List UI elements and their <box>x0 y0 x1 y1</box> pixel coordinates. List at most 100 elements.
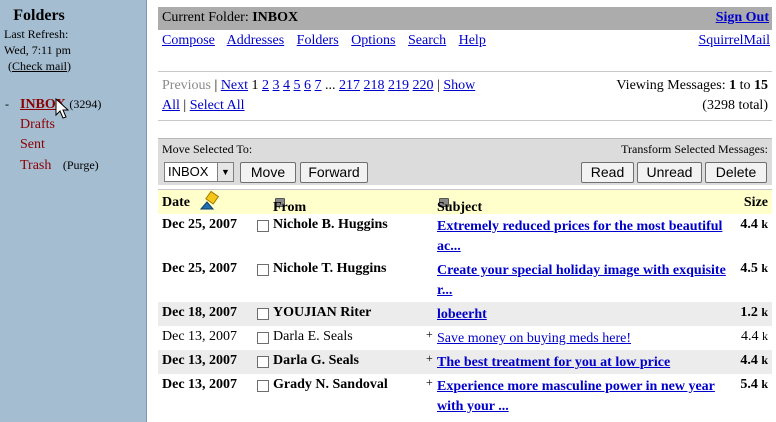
folder-item-trash[interactable]: Trash (Purge) <box>0 155 146 176</box>
move-button[interactable]: Move <box>240 162 296 183</box>
page-link[interactable]: 3 <box>273 78 280 93</box>
last-refresh-time: Wed, 7:11 pm <box>4 43 71 57</box>
from-header[interactable]: From <box>273 195 306 215</box>
sign-out-link[interactable]: Sign Out <box>716 10 769 26</box>
select-all-link[interactable]: Select All <box>190 98 245 113</box>
page-link[interactable]: 217 <box>339 78 360 93</box>
row-size-value: 1.2 <box>740 305 758 320</box>
subject-header[interactable]: Subject <box>437 195 482 215</box>
page-link[interactable]: 4 <box>283 78 290 93</box>
show-all-link[interactable]: Show <box>443 78 475 93</box>
page-link[interactable]: 5 <box>294 78 301 93</box>
pager-sep: | <box>214 78 218 93</box>
purge-link[interactable]: (Purge) <box>63 158 99 172</box>
pager-sep: | <box>437 78 440 93</box>
row-date: Dec 13, 2007 <box>162 353 238 368</box>
row-checkbox[interactable] <box>257 356 269 368</box>
page-link[interactable]: 7 <box>315 78 322 93</box>
table-header: Date From Subject Size <box>158 189 772 215</box>
table-row[interactable]: Dec 18, 2007 YOUJIAN Riter lobeerht 1.2 k <box>158 302 772 326</box>
sort-ascending-icon[interactable] <box>198 190 220 212</box>
row-date: Dec 18, 2007 <box>162 305 238 320</box>
row-date: Dec 13, 2007 <box>162 377 238 392</box>
menu-compose[interactable]: Compose <box>162 33 215 48</box>
row-checkbox[interactable] <box>257 264 269 276</box>
view-to-label: to <box>739 78 751 93</box>
viewing-info: Viewing Messages: 1 to 15 (3298 total) <box>616 76 768 116</box>
table-row[interactable]: Dec 13, 2007 Darla G. Seals + The best trea… <box>158 350 772 374</box>
menu-options[interactable]: Options <box>351 33 395 48</box>
page-link[interactable]: 6 <box>304 78 311 93</box>
last-refresh-label: Last Refresh: <box>4 27 69 41</box>
row-size-unit: k <box>761 353 768 367</box>
row-size-value: 4.4 <box>740 217 758 232</box>
folder-name-drafts[interactable]: Drafts <box>20 117 55 132</box>
viewing-label: Viewing Messages: <box>616 78 726 93</box>
row-size: 1.2 k <box>740 305 768 321</box>
page-link[interactable]: 220 <box>413 78 434 93</box>
row-checkbox[interactable] <box>257 308 269 320</box>
row-subject-link[interactable]: lobeerht <box>437 305 727 325</box>
table-row[interactable]: Dec 13, 2007 Darla E. Seals + Save money on… <box>158 326 772 350</box>
table-row[interactable]: Dec 25, 2007 Nichole B. Huggins Extremely … <box>158 214 772 258</box>
current-folder-bar: Current Folder: INBOX Sign Out <box>158 7 772 30</box>
plus-icon: + <box>426 375 433 389</box>
collapse-dash[interactable]: - <box>5 94 9 114</box>
move-target-select[interactable]: INBOX ▼ <box>164 162 234 182</box>
table-row[interactable]: Dec 13, 2007 Grady N. Sandoval + Experience… <box>158 374 772 418</box>
previous-link: Previous <box>162 78 211 93</box>
squirrelmail-link[interactable]: SquirrelMail <box>698 33 770 49</box>
row-checkbox[interactable] <box>257 332 269 344</box>
show-all-link-2[interactable]: All <box>162 98 180 113</box>
current-folder-label: Current Folder: <box>162 10 249 25</box>
row-subject-link[interactable]: Save money on buying meds here! <box>437 329 727 349</box>
move-label: Move Selected To: <box>162 142 253 156</box>
row-subject-link[interactable]: Create your special holiday image with e… <box>437 261 727 301</box>
page-link[interactable]: 219 <box>388 78 409 93</box>
last-refresh: Last Refresh: Wed, 7:11 pm (Check mail) <box>0 26 146 74</box>
inbox-count: (3294) <box>69 97 102 111</box>
folder-item-sent[interactable]: Sent <box>0 135 146 155</box>
row-subject-link[interactable]: The best treatment for you at low price <box>437 353 727 373</box>
row-from: Nichole T. Huggins <box>273 261 387 276</box>
row-size: 4.5 k <box>740 261 768 277</box>
forward-button[interactable]: Forward <box>300 162 368 183</box>
next-link[interactable]: Next <box>221 78 248 93</box>
current-folder: Current Folder: INBOX <box>162 10 298 26</box>
read-button[interactable]: Read <box>581 162 634 183</box>
folders-title: Folders <box>13 7 65 24</box>
chevron-down-icon[interactable]: ▼ <box>217 163 233 181</box>
table-row[interactable]: Dec 25, 2007 Nichole T. Huggins Create you… <box>158 258 772 302</box>
folder-pane: Folders Last Refresh: Wed, 7:11 pm (Chec… <box>0 0 147 422</box>
menu-addresses[interactable]: Addresses <box>227 33 285 48</box>
row-size-value: 4.4 <box>741 329 759 344</box>
folder-item-drafts[interactable]: Drafts <box>0 115 146 135</box>
date-header[interactable]: Date <box>162 195 190 211</box>
row-size-value: 4.5 <box>740 261 758 276</box>
row-subject-link[interactable]: Experience more masculine power in new y… <box>437 377 727 417</box>
row-subject-link[interactable]: Extremely reduced prices for the most be… <box>437 217 727 257</box>
delete-button[interactable]: Delete <box>705 162 767 183</box>
view-to: 15 <box>754 78 768 93</box>
row-checkbox[interactable] <box>257 380 269 392</box>
row-size: 5.4 k <box>740 377 768 393</box>
row-from: Nichole B. Huggins <box>273 217 388 232</box>
menu-folders[interactable]: Folders <box>297 33 339 48</box>
row-checkbox[interactable] <box>257 220 269 232</box>
unread-button[interactable]: Unread <box>637 162 702 183</box>
menu-help[interactable]: Help <box>459 33 486 48</box>
row-size: 4.4 k <box>740 217 768 233</box>
menu-search[interactable]: Search <box>408 33 446 48</box>
pane-divider[interactable] <box>148 0 152 422</box>
folder-name-sent[interactable]: Sent <box>20 137 45 152</box>
page-link[interactable]: 2 <box>262 78 269 93</box>
page-link[interactable]: 218 <box>364 78 385 93</box>
folder-name-trash[interactable]: Trash <box>20 158 51 173</box>
folder-item-inbox[interactable]: - INBOX (3294) <box>0 94 146 115</box>
check-mail-link[interactable]: Check mail <box>12 59 67 73</box>
page-current: 1 <box>251 78 259 93</box>
row-size-value: 4.4 <box>740 353 758 368</box>
size-header: Size <box>743 195 768 210</box>
mouse-cursor-icon <box>55 98 70 119</box>
view-from: 1 <box>729 78 737 93</box>
